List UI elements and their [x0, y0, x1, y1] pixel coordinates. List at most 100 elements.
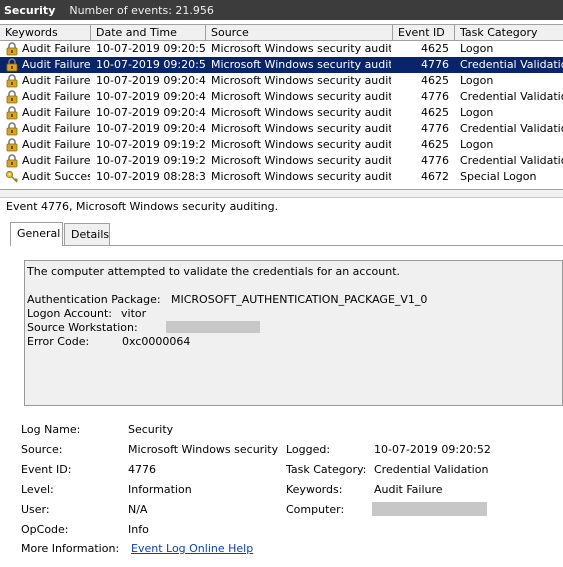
event-row[interactable]: Audit Failure 10-07-2019 09:20:52 Microsof… — [0, 41, 563, 57]
source-value: Microsoft Windows security — [128, 443, 279, 456]
lock-icon — [5, 42, 19, 56]
tab-divider — [10, 245, 563, 246]
tab-details[interactable]: Details — [64, 223, 110, 245]
event-row[interactable]: Audit Failure 10-07-2019 09:20:46 Microsof… — [0, 105, 563, 121]
event-keywords: Audit Failure — [22, 74, 90, 87]
event-id: 4776 — [421, 58, 449, 71]
event-date-time: 10-07-2019 09:19:29 — [96, 138, 206, 151]
error-code-label: Error Code: — [27, 335, 90, 348]
keywords-label: Keywords: — [286, 483, 343, 496]
event-source: Microsoft Windows security auditing. — [211, 42, 391, 55]
task-category-value: Credential Validation — [374, 463, 489, 476]
event-task-category: Credential Validation — [460, 90, 563, 103]
auth-package-label: Authentication Package: — [27, 293, 161, 306]
event-task-category: Logon — [460, 42, 494, 55]
pane-splitter[interactable] — [0, 190, 563, 198]
event-id: 4776 — [421, 154, 449, 167]
level-label: Level: — [21, 483, 54, 496]
event-keywords: Audit Failure — [22, 106, 90, 119]
lock-icon — [5, 74, 19, 88]
event-task-category: Logon — [460, 138, 494, 151]
logon-account-value: vitor — [121, 307, 147, 320]
event-source: Microsoft Windows security auditing. — [211, 74, 391, 87]
lock-icon — [5, 58, 19, 72]
column-header-keywords[interactable]: Keywords — [0, 25, 91, 41]
column-header-task-category[interactable]: Task Category — [455, 25, 563, 41]
auth-package-value: MICROSOFT_AUTHENTICATION_PACKAGE_V1_0 — [171, 293, 428, 306]
log-name-value: Security — [128, 423, 174, 436]
event-source: Microsoft Windows security auditing. — [211, 122, 391, 135]
logon-account-label: Logon Account: — [27, 307, 112, 320]
event-row[interactable]: Audit Failure 10-07-2019 09:20:49 Microsof… — [0, 73, 563, 89]
lock-icon — [5, 106, 19, 120]
lock-icon — [5, 138, 19, 152]
log-name: Security — [4, 3, 56, 17]
event-source: Microsoft Windows security auditing. — [211, 90, 391, 103]
event-id: 4625 — [421, 74, 449, 87]
event-row[interactable]: Audit Failure 10-07-2019 09:20:46 Microsof… — [0, 121, 563, 137]
keywords-value: Audit Failure — [374, 483, 443, 496]
tab-general[interactable]: General — [10, 222, 63, 246]
task-category-label: Task Category: — [286, 463, 367, 476]
event-row[interactable]: Audit Success 10-07-2019 08:28:38 Microsof… — [0, 169, 563, 185]
event-keywords: Audit Failure — [22, 90, 90, 103]
lock-icon — [5, 90, 19, 104]
column-header-source[interactable]: Source — [206, 25, 393, 41]
event-source: Microsoft Windows security auditing. — [211, 106, 391, 119]
event-keywords: Audit Success — [22, 170, 90, 183]
column-header-row: Keywords Date and Time Source Event ID T… — [0, 24, 563, 41]
event-row[interactable]: Audit Failure 10-07-2019 09:20:52 Microsof… — [0, 57, 563, 73]
event-row[interactable]: Audit Failure 10-07-2019 09:19:29 Microsof… — [0, 153, 563, 169]
event-keywords: Audit Failure — [22, 138, 90, 151]
event-task-category: Special Logon — [460, 170, 537, 183]
event-keywords: Audit Failure — [22, 58, 90, 71]
source-workstation-label: Source Workstation: — [27, 321, 138, 334]
log-title-bar: Security Number of events: 21.956 — [0, 0, 563, 20]
event-log-online-help-link[interactable]: Event Log Online Help — [131, 542, 253, 555]
source-label: Source: — [21, 443, 63, 456]
event-id-value: 4776 — [128, 463, 156, 476]
event-id: 4625 — [421, 106, 449, 119]
event-id: 4625 — [421, 42, 449, 55]
lock-icon — [5, 154, 19, 168]
column-header-date-time[interactable]: Date and Time — [91, 25, 206, 41]
description-intro: The computer attempted to validate the c… — [27, 265, 401, 278]
event-id-label: Event ID: — [21, 463, 72, 476]
event-keywords: Audit Failure — [22, 154, 90, 167]
event-date-time: 10-07-2019 09:20:49 — [96, 90, 206, 103]
event-keywords: Audit Failure — [22, 122, 90, 135]
opcode-value: Info — [128, 523, 149, 536]
event-keywords: Audit Failure — [22, 42, 90, 55]
event-task-category: Logon — [460, 106, 494, 119]
event-list[interactable]: Keywords Date and Time Source Event ID T… — [0, 24, 563, 190]
event-id: 4776 — [421, 122, 449, 135]
more-information-label: More Information: — [21, 542, 120, 555]
key-icon — [5, 170, 19, 184]
event-date-time: 10-07-2019 09:20:52 — [96, 58, 206, 71]
computer-label: Computer: — [286, 503, 345, 516]
level-value: Information — [128, 483, 192, 496]
logged-value: 10-07-2019 09:20:52 — [374, 443, 491, 456]
event-id: 4672 — [421, 170, 449, 183]
user-label: User: — [21, 503, 50, 516]
event-source: Microsoft Windows security auditing. — [211, 58, 391, 71]
event-detail-heading: Event 4776, Microsoft Windows security a… — [6, 200, 279, 213]
event-task-category: Credential Validation — [460, 58, 563, 71]
event-row[interactable]: Audit Failure 10-07-2019 09:19:29 Microsof… — [0, 137, 563, 153]
event-count: Number of events: 21.956 — [69, 3, 214, 17]
event-source: Microsoft Windows security auditing. — [211, 170, 391, 183]
event-date-time: 10-07-2019 09:20:46 — [96, 106, 206, 119]
logged-label: Logged: — [286, 443, 331, 456]
redacted-computer — [372, 502, 487, 516]
opcode-label: OpCode: — [21, 523, 69, 536]
event-task-category: Credential Validation — [460, 154, 563, 167]
event-date-time: 10-07-2019 09:20:52 — [96, 42, 206, 55]
event-id: 4776 — [421, 90, 449, 103]
event-source: Microsoft Windows security auditing. — [211, 138, 391, 151]
event-row[interactable]: Audit Failure 10-07-2019 09:20:49 Microsof… — [0, 89, 563, 105]
column-header-event-id[interactable]: Event ID — [393, 25, 455, 41]
event-task-category: Credential Validation — [460, 122, 563, 135]
event-task-category: Logon — [460, 74, 494, 87]
event-date-time: 10-07-2019 09:20:49 — [96, 74, 206, 87]
event-description[interactable]: The computer attempted to validate the c… — [24, 260, 563, 406]
